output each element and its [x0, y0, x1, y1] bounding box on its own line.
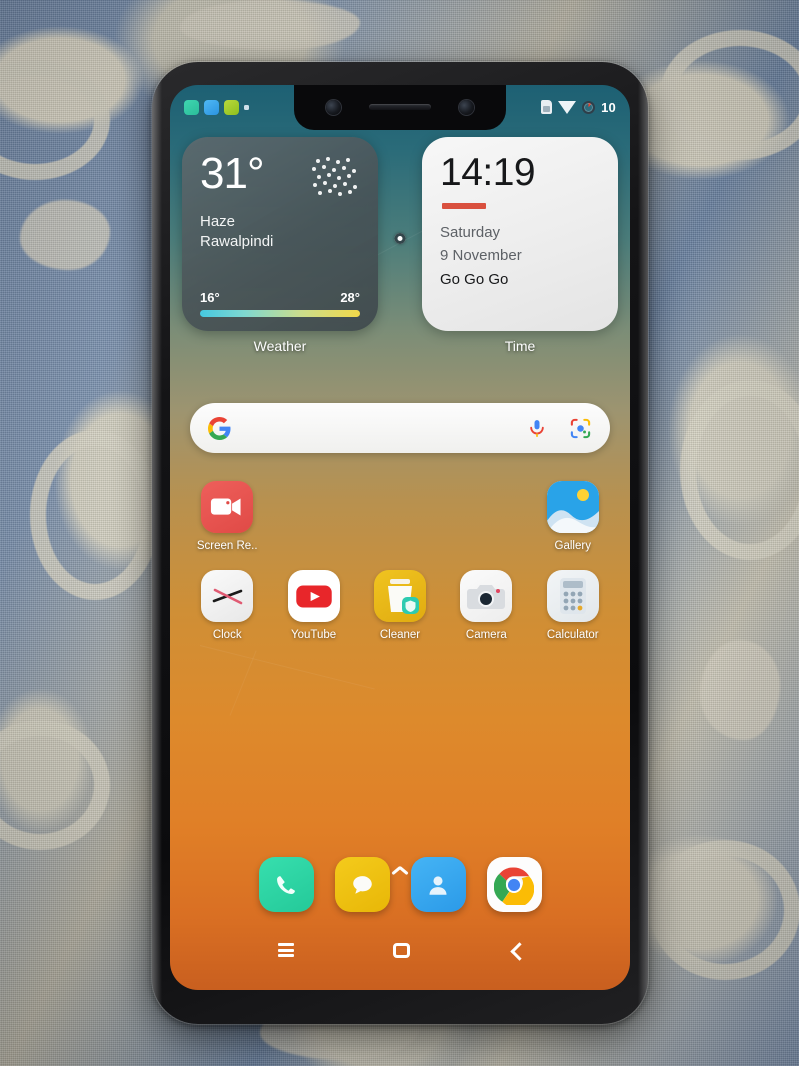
phone-icon[interactable] — [258, 857, 314, 912]
weather-widget-label: Weather — [253, 338, 307, 354]
recents-menu-icon[interactable] — [277, 943, 294, 957]
widget-area: 31° Haze Rawalpindi 16° 28° Weather 14:1… — [170, 137, 630, 354]
notification-more-dot-icon — [244, 104, 249, 110]
notification-app-green-icon[interactable] — [224, 99, 239, 115]
message-bubble-icon[interactable] — [334, 857, 390, 912]
dock — [170, 857, 630, 912]
weather-widget-wrap: 31° Haze Rawalpindi 16° 28° Weather — [182, 137, 378, 354]
clock-date: 9 November — [440, 246, 522, 264]
sim-card-icon — [541, 100, 553, 114]
app-row: Clock YouTube Cleaner Camera Calculator — [184, 570, 616, 641]
app-clock[interactable]: Clock — [184, 570, 270, 641]
weather-city: Rawalpindi — [200, 233, 274, 250]
battery-percent-label: 10 — [601, 99, 616, 115]
time-widget-wrap: 14:19 Saturday 9 November Go Go Go Time — [422, 137, 618, 354]
calculator-icon — [546, 570, 599, 622]
app-label: Gallery — [554, 540, 591, 552]
gallery-icon — [546, 481, 599, 533]
time-widget[interactable]: 14:19 Saturday 9 November Go Go Go — [422, 137, 618, 331]
contacts-person-icon[interactable] — [410, 857, 466, 912]
app-calculator[interactable]: Calculator — [530, 570, 616, 641]
youtube-icon — [287, 570, 340, 622]
clock-time: 14:19 — [440, 151, 536, 194]
chrome-icon[interactable] — [486, 857, 542, 912]
camera-icon — [460, 570, 513, 622]
phone-screen[interactable]: 10 31° Haze Rawalpindi 16° 28° Weather 1… — [170, 85, 630, 990]
status-bar-indicators[interactable]: 10 — [541, 100, 616, 115]
app-label: Calculator — [546, 629, 599, 641]
time-widget-label: Time — [504, 338, 536, 354]
cleaner-icon — [373, 570, 426, 622]
home-square-icon[interactable] — [392, 942, 410, 958]
weather-condition: Haze — [200, 213, 236, 230]
app-camera[interactable]: Camera — [443, 570, 529, 641]
app-label: Screen Re.. — [196, 540, 258, 552]
weather-range: 16° 28° — [200, 290, 360, 305]
app-screen-recorder[interactable]: Screen Re.. — [184, 481, 270, 552]
clock-note: Go Go Go — [440, 271, 509, 288]
app-label: Camera — [465, 629, 507, 641]
app-cleaner[interactable]: Cleaner — [357, 570, 443, 641]
status-bar[interactable]: 10 — [170, 85, 630, 129]
google-search-bar[interactable] — [190, 403, 610, 453]
battery-circle-icon — [582, 100, 596, 114]
notification-app-teal-icon[interactable] — [184, 99, 199, 115]
clock-weekday: Saturday — [440, 224, 501, 241]
google-g-icon — [208, 416, 231, 440]
microphone-icon[interactable] — [527, 417, 547, 440]
status-bar-notifications[interactable] — [184, 99, 249, 115]
weather-range-bar — [200, 310, 360, 317]
haze-icon — [312, 157, 360, 199]
app-label: Cleaner — [379, 629, 421, 641]
clock-icon — [201, 570, 254, 622]
back-chevron-icon[interactable] — [509, 944, 522, 957]
navigation-bar — [170, 930, 630, 970]
weather-top-row: 31° — [200, 149, 360, 199]
time-widget-rule — [442, 203, 486, 209]
weather-low: 16° — [200, 290, 220, 305]
app-label: YouTube — [290, 629, 337, 641]
app-grid: Screen Re.. Gallery Clock YouTube Cleane… — [170, 481, 630, 659]
app-youtube[interactable]: YouTube — [270, 570, 356, 641]
weather-widget[interactable]: 31° Haze Rawalpindi 16° 28° — [182, 137, 378, 331]
screen-crack — [229, 650, 257, 716]
app-gallery[interactable]: Gallery — [530, 481, 616, 552]
app-row: Screen Re.. Gallery — [184, 481, 616, 552]
app-label: Clock — [212, 629, 242, 641]
weather-high: 28° — [340, 290, 360, 305]
photo-scene: 10 31° Haze Rawalpindi 16° 28° Weather 1… — [0, 0, 799, 1066]
google-lens-icon[interactable] — [569, 417, 592, 440]
phone-device: 10 31° Haze Rawalpindi 16° 28° Weather 1… — [152, 62, 648, 1024]
wifi-icon — [558, 100, 577, 114]
weather-temperature: 31° — [200, 149, 265, 198]
notification-app-blue-icon[interactable] — [204, 99, 219, 115]
page-indicator-dot[interactable] — [394, 233, 406, 244]
screen-recorder-icon — [201, 481, 254, 533]
